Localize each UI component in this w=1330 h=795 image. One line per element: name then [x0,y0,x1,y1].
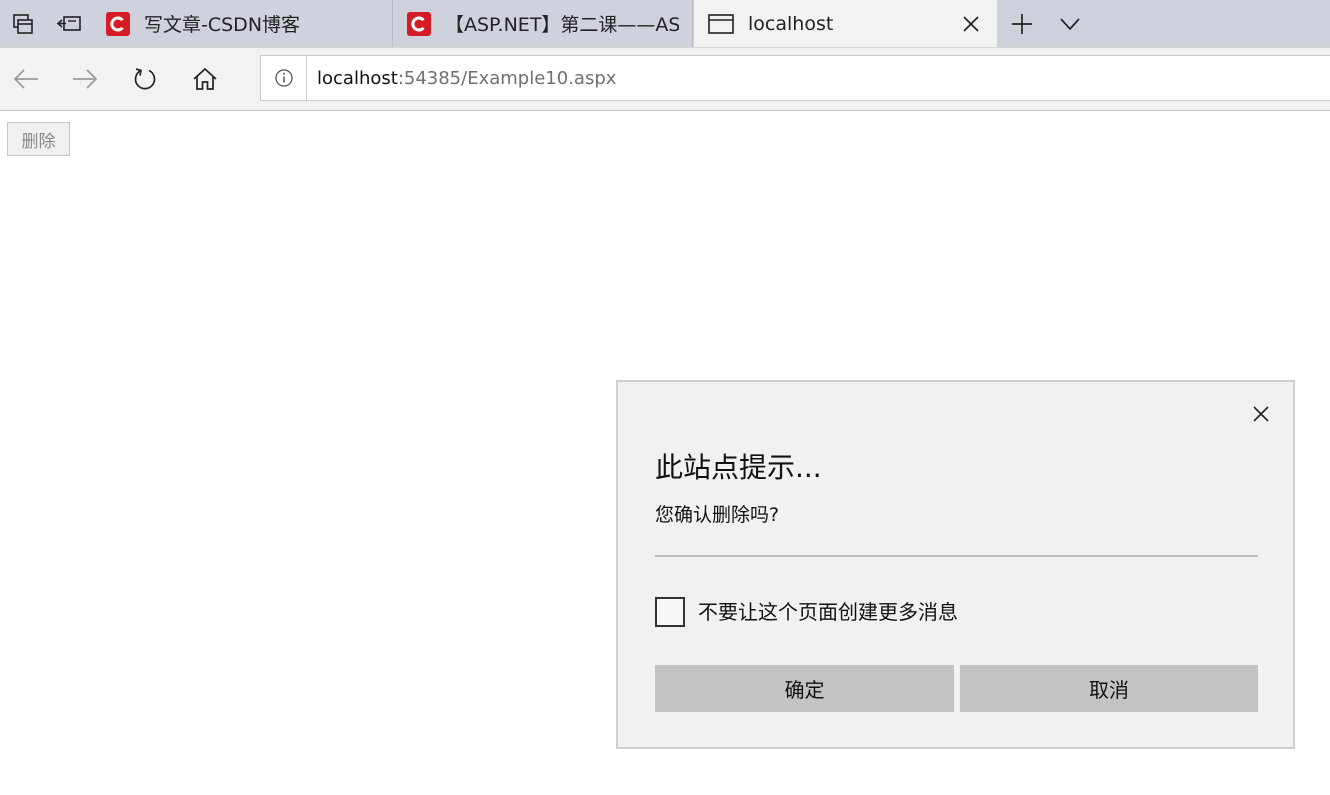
set-tabs-aside-button[interactable] [46,0,92,47]
info-icon [274,69,293,87]
refresh-icon [134,68,156,90]
close-icon [963,16,979,32]
new-tab-button[interactable] [999,0,1045,47]
tab-title: localhost [748,12,834,35]
page-icon [708,13,734,34]
suppress-messages-label[interactable]: 不要让这个页面创建更多消息 [698,597,958,627]
confirm-dialog: 此站点提示... 您确认删除吗? 不要让这个页面创建更多消息 确定 取消 [616,380,1295,749]
tabs-aside-icon [56,15,81,31]
close-icon [1253,406,1269,422]
dialog-divider [655,555,1258,557]
forward-arrow-icon [73,69,98,89]
chevron-down-icon [1060,17,1080,30]
tab-csdn-write[interactable]: 写文章-CSDN博客 [92,0,393,47]
tab-title: 【ASP.NET】第二课——ASP [445,14,679,36]
refresh-button[interactable] [121,56,169,102]
url-path: :54385/Example10.aspx [397,67,617,89]
home-button[interactable] [181,56,229,102]
suppress-messages-checkbox[interactable] [655,597,685,627]
dialog-title: 此站点提示... [655,451,822,484]
tab-title: 写文章-CSDN博客 [144,14,301,36]
navigation-bar: localhost:54385/Example10.aspx [0,47,1330,111]
tab-csdn-aspnet[interactable]: 【ASP.NET】第二课——ASP [393,0,693,47]
tab-close-button[interactable] [959,12,983,36]
plus-icon [1012,13,1032,34]
cancel-button[interactable]: 取消 [960,665,1258,712]
back-arrow-icon [13,69,38,89]
dialog-message: 您确认删除吗? [655,504,780,526]
csdn-logo-icon [106,11,130,36]
tab-manager-button[interactable] [0,0,46,47]
tab-preview-toggle[interactable] [1047,0,1093,47]
tab-localhost[interactable]: localhost [694,0,997,47]
csdn-logo-icon [407,11,431,36]
url-host: localhost [317,67,398,89]
url-text[interactable]: localhost:54385/Example10.aspx [317,68,616,89]
dialog-close-button[interactable] [1247,400,1275,428]
tab-strip: 写文章-CSDN博客 【ASP.NET】第二课——ASP localhost [0,0,1330,47]
home-icon [193,67,217,90]
back-button[interactable] [2,56,50,102]
tabs-overview-icon [13,13,33,34]
ok-button[interactable]: 确定 [655,665,954,712]
delete-button[interactable]: 删除 [7,122,70,156]
address-bar[interactable]: localhost:54385/Example10.aspx [260,55,1330,101]
forward-button[interactable] [61,56,109,102]
site-info-button[interactable] [261,56,307,100]
